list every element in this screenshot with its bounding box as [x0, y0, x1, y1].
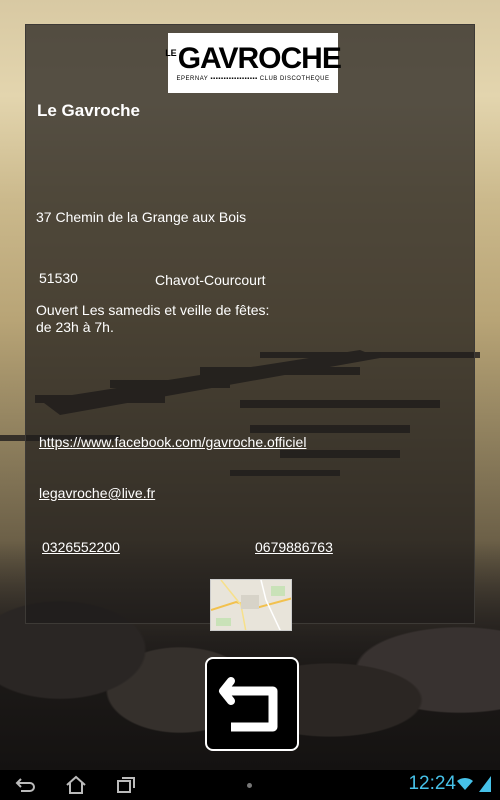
gavroche-logo: LE GAVROCHE EPERNAY ▪▪▪▪▪▪▪▪▪▪▪▪▪▪▪▪▪▪ C…	[165, 33, 342, 93]
logo-subtitle: EPERNAY ▪▪▪▪▪▪▪▪▪▪▪▪▪▪▪▪▪▪ CLUB DISCOTHE…	[176, 76, 330, 82]
venue-address: 37 Chemin de la Grange aux Bois	[36, 209, 247, 225]
back-nav-icon[interactable]	[15, 775, 37, 795]
back-button[interactable]	[205, 657, 299, 751]
city: Chavot-Courcourt	[155, 272, 266, 288]
return-arrow-icon	[219, 677, 278, 732]
phone-link-2[interactable]: 0679886763	[255, 539, 333, 555]
clock: 12:24	[408, 773, 456, 794]
signal-icon	[479, 776, 491, 792]
home-nav-icon[interactable]	[65, 775, 87, 795]
notification-dot-icon	[247, 783, 252, 788]
system-navigation-bar: 12:24	[0, 770, 500, 800]
recent-apps-nav-icon[interactable]	[115, 775, 137, 795]
opening-hours-line2: de 23h à 7h.	[36, 319, 114, 335]
opening-hours-line1: Ouvert Les samedis et veille de fêtes:	[36, 302, 270, 318]
facebook-link[interactable]: https://www.facebook.com/gavroche.offici…	[39, 434, 306, 450]
logo-name: GAVROCHE	[177, 42, 342, 75]
postal-code: 51530	[39, 270, 78, 286]
phone-link-1[interactable]: 0326552200	[42, 539, 120, 555]
logo-prefix: LE	[165, 48, 177, 58]
wifi-icon	[457, 777, 473, 790]
email-link[interactable]: legavroche@live.fr	[39, 485, 155, 501]
venue-title: Le Gavroche	[37, 101, 140, 120]
map-thumbnail[interactable]	[210, 579, 292, 631]
